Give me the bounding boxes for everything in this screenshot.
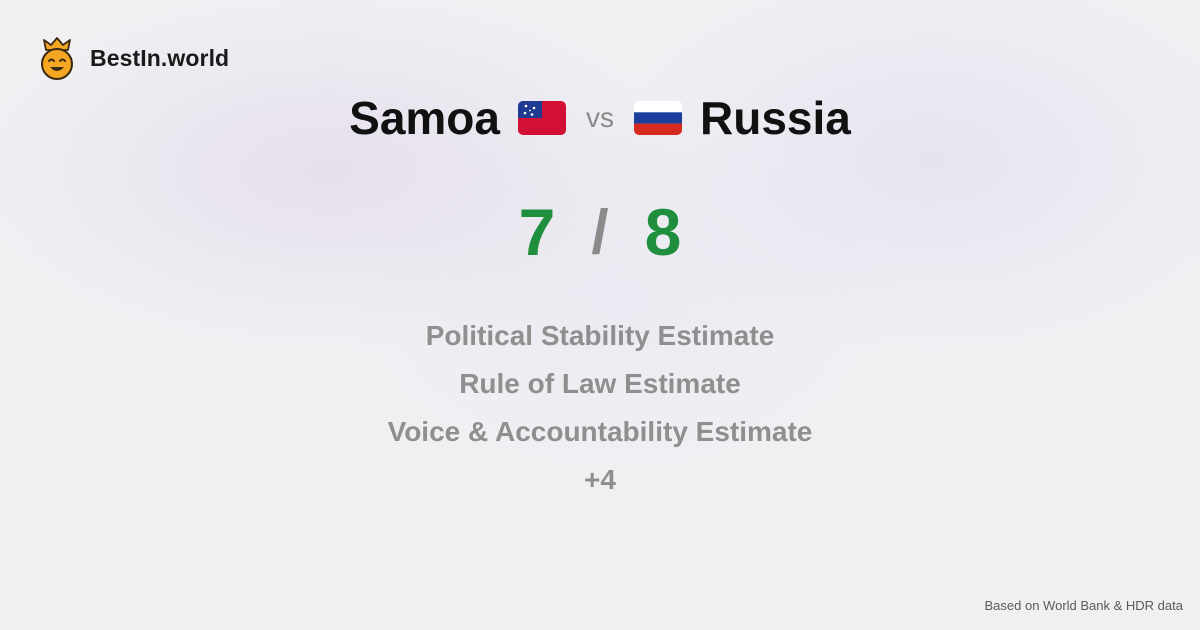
score-separator: / [591, 197, 609, 267]
right-score: 8 [644, 195, 682, 269]
samoa-flag-icon [518, 101, 566, 135]
comparison-title: Samoa vs Russia [0, 88, 1200, 148]
crowned-smiley-icon [41, 37, 73, 80]
metric-item: Rule of Law Estimate [459, 368, 741, 399]
left-country-name: Samoa [349, 92, 500, 144]
more-metrics-count: +4 [584, 464, 616, 495]
metric-list: Political Stability Estimate Rule of Law… [0, 312, 1200, 504]
brand-name: BestIn.world [90, 44, 230, 71]
metric-item: Political Stability Estimate [425, 320, 775, 351]
right-country-name: Russia [700, 92, 851, 144]
vs-label: vs [586, 102, 614, 133]
brand[interactable]: BestIn.world [38, 36, 229, 80]
metric-item: Voice & Accountability Estimate [387, 416, 813, 447]
data-source-note: Based on World Bank & HDR data [984, 598, 1183, 613]
left-score: 7 [518, 195, 556, 269]
score-row: 7 / 8 [0, 192, 1200, 272]
russia-flag-icon [634, 101, 682, 135]
